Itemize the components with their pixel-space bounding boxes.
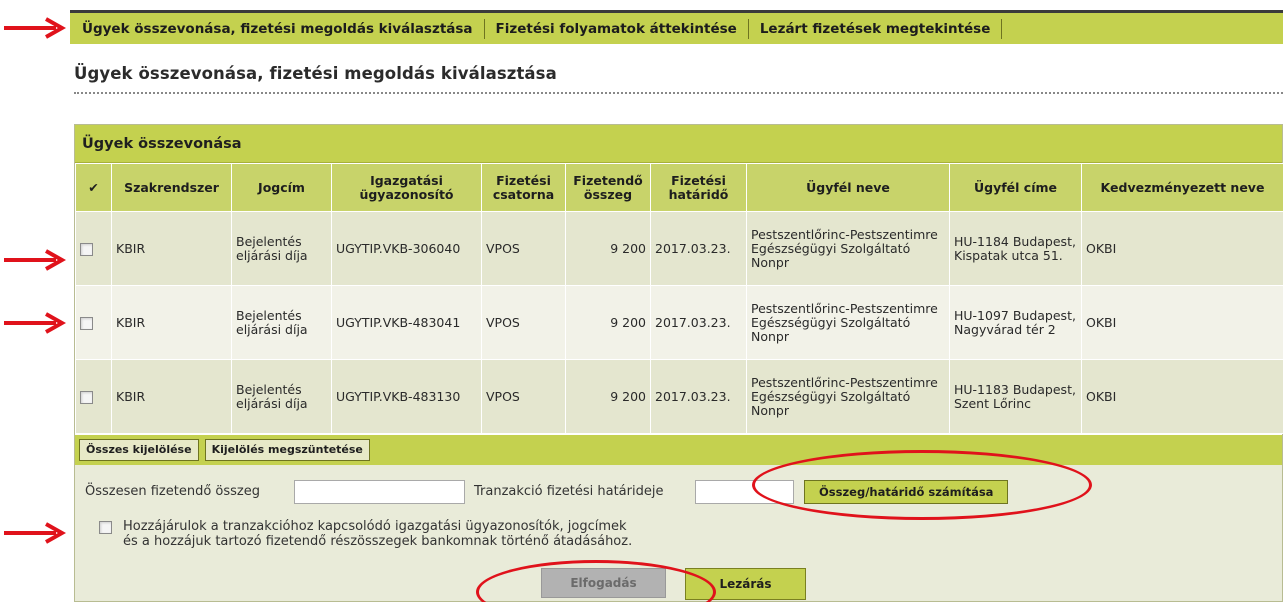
annotation-arrow-icon: [4, 312, 66, 334]
row-checkbox[interactable]: [80, 316, 93, 330]
annotation-arrow-icon: [4, 17, 66, 39]
cell-client-name: Pestszentlőrinc-Pestszentimre Egészségüg…: [746, 285, 950, 360]
annotation-arrow-icon: [4, 522, 66, 544]
top-navigation: Ügyek összevonása, fizetési megoldás kiv…: [70, 10, 1283, 44]
column-header-title: Jogcím: [231, 163, 332, 212]
column-header-amount: Fizetendő összeg: [565, 163, 651, 212]
deadline-label: Tranzakció fizetési határideje: [474, 484, 664, 499]
annotation-ellipse-calc: [752, 450, 1092, 520]
cases-table: ✔ Szakrendszer Jogcím Igazgatási ügyazon…: [75, 163, 1283, 434]
table-header-row: ✔ Szakrendszer Jogcím Igazgatási ügyazon…: [75, 163, 1283, 212]
cell-channel: VPOS: [481, 285, 566, 360]
column-header-beneficiary: Kedvezményezett neve: [1081, 163, 1283, 212]
cell-amount: 9 200: [565, 359, 651, 434]
cell-beneficiary: OKBI: [1081, 211, 1283, 286]
total-amount-field[interactable]: [294, 480, 465, 504]
cell-title: Bejelentés eljárási díja: [231, 359, 332, 434]
total-amount-label: Összesen fizetendő összeg: [85, 484, 260, 499]
cell-channel: VPOS: [481, 359, 566, 434]
clear-selection-button[interactable]: Kijelölés megszüntetése: [204, 439, 370, 461]
cell-case-id: UGYTIP.VKB-483130: [331, 359, 482, 434]
cell-deadline: 2017.03.23.: [650, 285, 747, 360]
cell-system: KBIR: [111, 285, 232, 360]
cell-amount: 9 200: [565, 211, 651, 286]
selection-toolbar: Összes kijelölése Kijelölés megszüntetés…: [75, 434, 1282, 465]
column-header-client-address: Ügyfél címe: [949, 163, 1082, 212]
cell-amount: 9 200: [565, 285, 651, 360]
cell-title: Bejelentés eljárási díja: [231, 285, 332, 360]
consent-text-line2: és a hozzájuk tartozó fizetendő részössz…: [123, 534, 633, 549]
row-checkbox[interactable]: [80, 390, 93, 404]
cell-system: KBIR: [111, 359, 232, 434]
tab-payment-overview[interactable]: Fizetési folyamatok áttekintése: [485, 18, 749, 39]
panel-title: Ügyek összevonása: [75, 125, 1282, 163]
column-header-check: ✔: [75, 163, 112, 212]
cell-beneficiary: OKBI: [1081, 285, 1283, 360]
merge-cases-panel: Ügyek összevonása ✔ Szakrendszer Jogcím …: [74, 124, 1283, 602]
cell-client-address: HU-1184 Budapest, Kispatak utca 51.: [949, 211, 1082, 286]
tab-closed-payments[interactable]: Lezárt fizetések megtekintése: [749, 18, 1003, 39]
column-header-system: Szakrendszer: [111, 163, 232, 212]
column-header-case-id: Igazgatási ügyazonosító: [331, 163, 482, 212]
cell-title: Bejelentés eljárási díja: [231, 211, 332, 286]
table-row: KBIR Bejelentés eljárási díja UGYTIP.VKB…: [75, 359, 1283, 434]
table-row: KBIR Bejelentés eljárási díja UGYTIP.VKB…: [75, 211, 1283, 286]
column-header-client-name: Ügyfél neve: [746, 163, 950, 212]
cell-client-address: HU-1183 Budapest, Szent Lőrinc: [949, 359, 1082, 434]
cell-beneficiary: OKBI: [1081, 359, 1283, 434]
table-row: KBIR Bejelentés eljárási díja UGYTIP.VKB…: [75, 285, 1283, 360]
cell-system: KBIR: [111, 211, 232, 286]
cell-client-name: Pestszentlőrinc-Pestszentimre Egészségüg…: [746, 211, 950, 286]
cell-case-id: UGYTIP.VKB-306040: [331, 211, 482, 286]
cell-case-id: UGYTIP.VKB-483041: [331, 285, 482, 360]
column-header-deadline: Fizetési határidő: [650, 163, 747, 212]
row-checkbox[interactable]: [80, 242, 93, 256]
tab-merge-cases[interactable]: Ügyek összevonása, fizetési megoldás kiv…: [70, 18, 485, 39]
cell-channel: VPOS: [481, 211, 566, 286]
select-all-button[interactable]: Összes kijelölése: [79, 439, 199, 461]
page-title: Ügyek összevonása, fizetési megoldás kiv…: [74, 64, 557, 83]
cell-client-address: HU-1097 Budapest, Nagyvárad tér 2: [949, 285, 1082, 360]
consent-checkbox[interactable]: [99, 521, 112, 534]
consent-text-line1: Hozzájárulok a tranzakcióhoz kapcsolódó …: [123, 519, 627, 534]
title-divider: [74, 92, 1283, 94]
cell-client-name: Pestszentlőrinc-Pestszentimre Egészségüg…: [746, 359, 950, 434]
cell-deadline: 2017.03.23.: [650, 359, 747, 434]
column-header-channel: Fizetési csatorna: [481, 163, 566, 212]
annotation-arrow-icon: [4, 249, 66, 271]
cell-deadline: 2017.03.23.: [650, 211, 747, 286]
